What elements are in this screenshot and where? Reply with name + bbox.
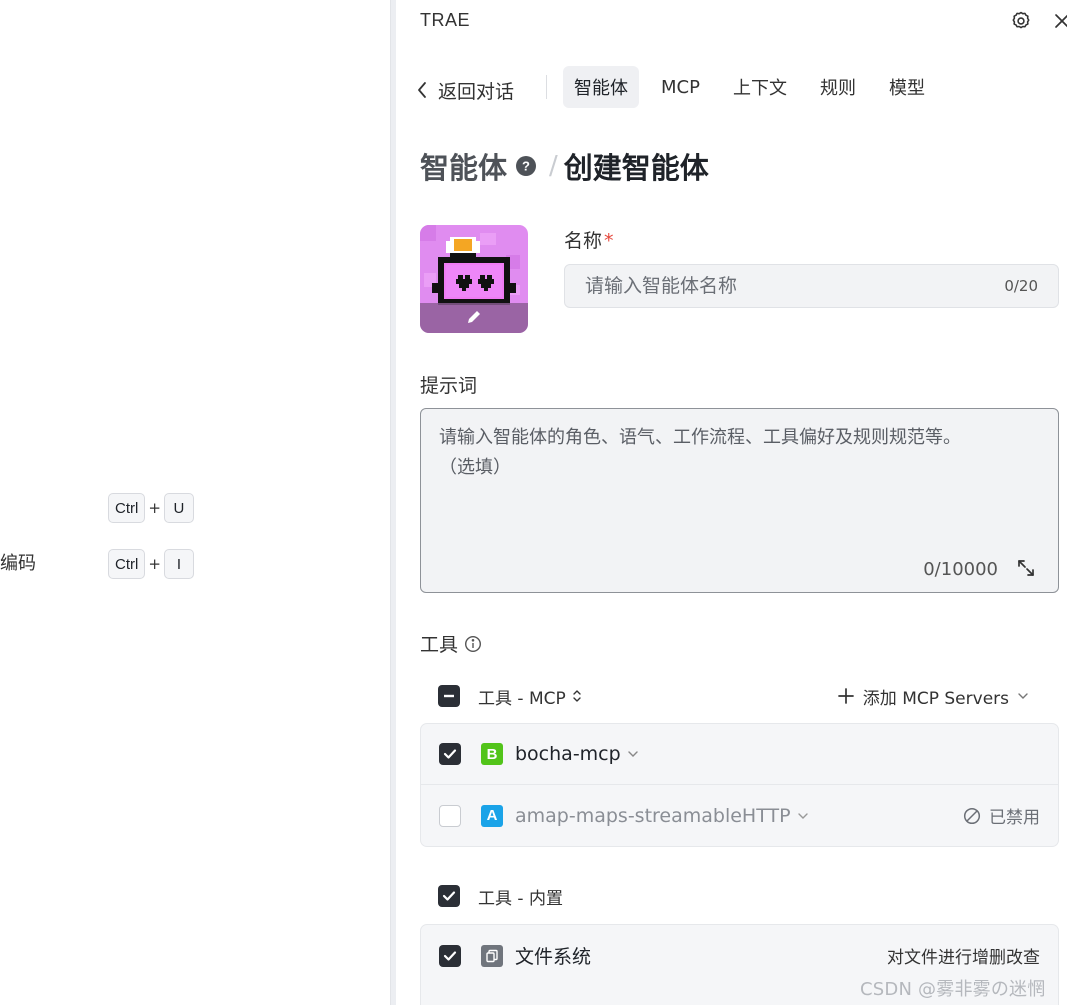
tool-checkbox-bocha[interactable] [439,743,461,765]
name-label-text: 名称 [564,230,603,252]
mcp-group-checkbox[interactable] [438,685,460,707]
add-mcp-label: 添加 MCP Servers [862,688,1009,709]
tool-description: 对文件进行增删改查 [887,948,1040,968]
server-name-text: bocha-mcp [515,743,621,765]
tool-checkbox-amap[interactable] [439,804,461,827]
chevron-down-icon [627,751,638,757]
chevron-left-icon [418,82,426,98]
breadcrumb-agents[interactable]: 智能体 [420,145,507,187]
svg-text:?: ? [522,159,530,174]
prompt-label: 提示词 [420,375,478,397]
builtin-group-title: 工具 - 内置 [478,888,563,909]
kbd-plus: + [148,499,161,517]
expand-icon[interactable] [1016,558,1036,578]
page-title: 创建智能体 [563,151,709,185]
prompt-char-count: 0/10000 [923,559,998,580]
tab-rules[interactable]: 规则 [809,66,867,108]
chevron-down-icon [797,812,808,819]
prompt-textarea[interactable] [421,409,1058,549]
add-mcp-servers-button[interactable]: 添加 MCP Servers [837,684,1029,709]
agent-avatar[interactable] [420,225,528,333]
required-mark: * [604,230,614,252]
server-name[interactable]: amap-maps-streamableHTTP [515,805,809,827]
mcp-group-title-text: 工具 - MCP [478,688,566,709]
mcp-group-title[interactable]: 工具 - MCP [478,684,582,709]
plus-icon [837,688,854,704]
mcp-tools-list: B bocha-mcp A amap-maps-streamableHTTP 已… [420,723,1059,847]
list-item[interactable]: A amap-maps-streamableHTTP 已禁用 [421,785,1058,846]
breadcrumb-separator: / [549,151,558,181]
gear-icon[interactable] [1010,10,1032,32]
tool-name: 文件系统 [515,946,592,968]
close-icon[interactable] [1052,11,1067,31]
list-item[interactable]: B bocha-mcp [421,724,1058,785]
prompt-field[interactable]: 0/10000 [420,408,1059,593]
watermark: CSDN @雾非雾の迷惘 [860,979,1046,1000]
sort-icon [573,690,581,702]
server-badge: B [481,743,503,765]
builtin-tools-group-header: 工具 - 内置 [420,871,1059,921]
kbd-ctrl: Ctrl [108,493,146,523]
back-to-chat-link[interactable]: 返回对话 [416,69,546,111]
tab-context[interactable]: 上下文 [722,66,798,108]
tool-checkbox-filesystem[interactable] [439,944,461,967]
agent-settings-panel: TRAE 返回对话 智能体 MCP 上下文 规则 模型 智能体 ? / 创建智能… [396,0,1067,1005]
name-field[interactable]: 0/20 [564,264,1059,308]
shortcut-keys-encoding: Ctrl + I [108,549,194,579]
tab-agents[interactable]: 智能体 [563,66,640,108]
top-nav: 返回对话 智能体 MCP 上下文 规则 模型 [416,66,947,108]
disabled-icon [963,807,981,824]
tab-mcp[interactable]: MCP [650,66,711,108]
left-pane: Ctrl + U 编码 Ctrl + I [0,0,390,1005]
kbd-u: U [163,493,194,523]
kbd-ctrl: Ctrl [108,549,146,579]
info-icon[interactable] [464,635,482,653]
builtin-group-checkbox[interactable] [438,885,460,907]
panel-title: TRAE [420,10,471,30]
file-copy-icon [481,944,503,967]
shortcut-label-encoding: 编码 [0,553,36,574]
shortcut-keys-underline: Ctrl + U [108,493,194,523]
name-char-count: 0/20 [1004,277,1038,295]
breadcrumb: 智能体 ? / 创建智能体 [420,146,709,186]
chevron-down-icon [1018,693,1028,699]
kbd-i: I [163,549,194,579]
name-label: 名称 * [564,226,614,253]
tools-label-text: 工具 [420,634,459,656]
server-name-text: amap-maps-streamableHTTP [515,804,791,827]
kbd-plus: + [148,555,161,573]
help-icon[interactable]: ? [515,155,537,177]
tab-models[interactable]: 模型 [878,66,936,108]
server-badge: A [481,804,503,827]
tools-label: 工具 [420,630,482,657]
pencil-icon[interactable] [465,308,483,326]
disabled-status: 已禁用 [963,803,1040,828]
agent-name-input[interactable] [585,275,1005,297]
server-name[interactable]: bocha-mcp [515,743,639,765]
nav-divider [546,75,548,99]
mcp-tools-group-header: 工具 - MCP 添加 MCP Servers [420,671,1059,721]
disabled-status-text: 已禁用 [989,808,1040,828]
back-label: 返回对话 [438,80,515,103]
